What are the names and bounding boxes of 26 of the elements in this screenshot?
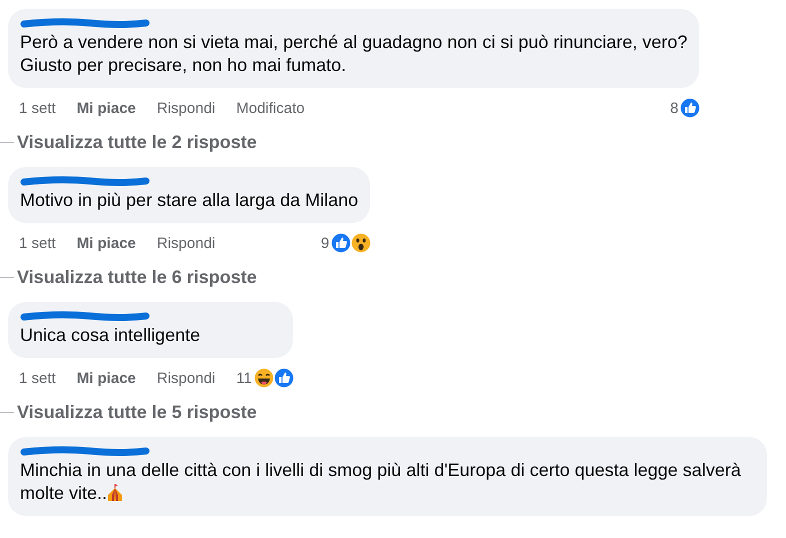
- circus-tent-icon: [107, 484, 124, 502]
- reply-link[interactable]: Rispondi: [156, 234, 216, 252]
- comment-text: Motivo in più per stare alla larga da Milano: [20, 189, 358, 212]
- comment-text: Però a vendere non si vieta mai, perché al guadagno non ci si può rinunciare, vero? Giusto per precisare, non ho mai fumato.: [20, 31, 688, 77]
- view-replies-link[interactable]: Visualizza tutte le 6 risposte: [17, 267, 257, 288]
- thumbs-up-icon: [330, 232, 352, 254]
- comment-text: Unica cosa intelligente: [20, 324, 202, 347]
- view-replies-link[interactable]: Visualizza tutte le 5 risposte: [17, 402, 257, 423]
- comment-text: Minchia in una delle città con i livelli di smog più alti d'Europa di certo questa legge salverà molte vite..: [20, 459, 742, 505]
- like-link[interactable]: Mi piace: [76, 234, 136, 252]
- view-replies-link[interactable]: Visualizza tutte le 2 risposte: [17, 132, 257, 153]
- like-link[interactable]: Mi piace: [76, 100, 136, 116]
- comment-time[interactable]: 1 sett: [19, 100, 56, 116]
- thumbs-up-icon: [679, 97, 702, 119]
- edited-label: Modificato: [236, 100, 305, 116]
- thumbs-up-icon: [272, 367, 295, 389]
- reply-link[interactable]: Rispondi: [156, 370, 216, 386]
- reaction-count[interactable]: 8: [670, 100, 678, 116]
- surprised-face-icon: [350, 232, 372, 254]
- reaction-count[interactable]: 11: [236, 370, 252, 386]
- reaction-count[interactable]: 9: [320, 234, 330, 252]
- reply-link[interactable]: Rispondi: [156, 100, 216, 116]
- comment-time[interactable]: 1 sett: [19, 370, 56, 386]
- like-link[interactable]: Mi piace: [76, 370, 136, 386]
- laughing-face-icon: [252, 367, 275, 389]
- comment-time[interactable]: 1 sett: [19, 234, 56, 252]
